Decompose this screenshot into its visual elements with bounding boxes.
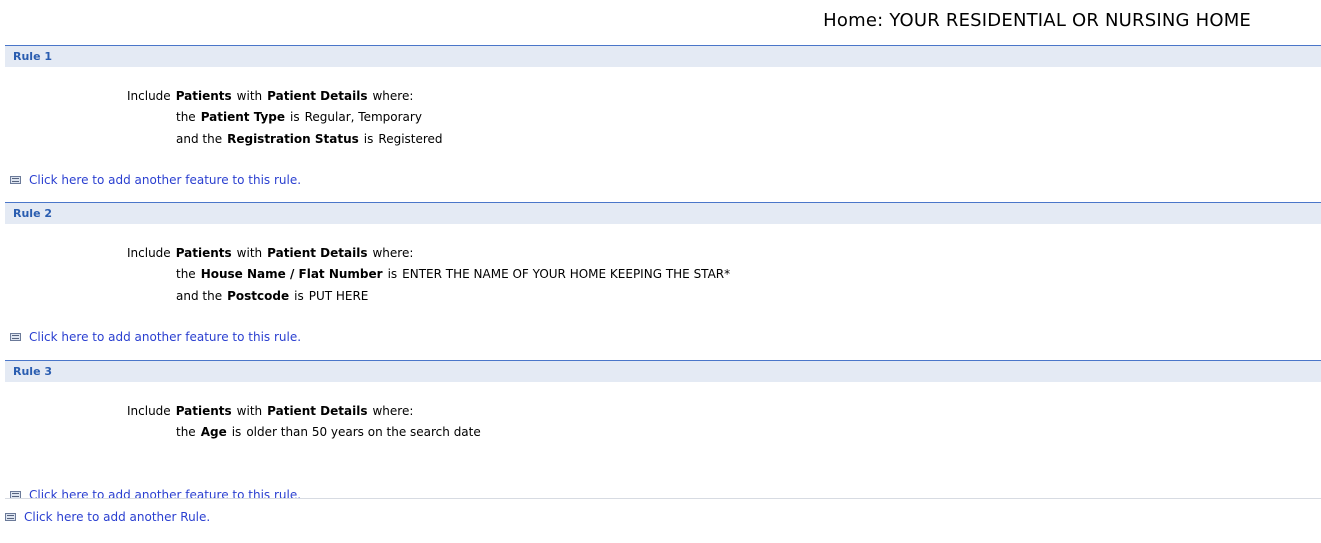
condition-operator: is: [290, 110, 300, 124]
condition-prefix: and the: [176, 132, 223, 146]
condition-prefix: the: [176, 110, 196, 124]
condition: the Patient Type is Regular, Temporary: [176, 109, 422, 125]
add-rule-label[interactable]: Click here to add another Rule.: [24, 510, 210, 524]
rule-title: Rule 2: [13, 207, 53, 220]
condition-operator: is: [294, 289, 304, 303]
add-feature-label[interactable]: Click here to add another feature to thi…: [29, 330, 301, 344]
condition: and the Registration Status is Registered: [176, 131, 443, 147]
add-rule-link[interactable]: Click here to add another Rule.: [5, 510, 210, 524]
rule-title: Rule 1: [13, 50, 53, 63]
entity-name: Patients: [175, 246, 232, 260]
rule-header[interactable]: Rule 3: [5, 360, 1321, 382]
where-word: where:: [372, 89, 414, 103]
include-clause: Include Patients with Patient Details where:: [127, 403, 413, 419]
condition-field: Registration Status: [227, 132, 359, 146]
condition-field: Patient Type: [200, 110, 286, 124]
condition-prefix: the: [176, 267, 196, 281]
where-word: where:: [372, 404, 414, 418]
list-icon: [10, 333, 21, 341]
include-word: Include: [127, 404, 171, 418]
page-title: Home: YOUR RESIDENTIAL OR NURSING HOME: [823, 10, 1251, 31]
condition: and the Postcode is PUT HERE: [176, 288, 368, 304]
include-word: Include: [127, 89, 171, 103]
details-name: Patient Details: [267, 246, 368, 260]
condition-operator: is: [231, 425, 242, 439]
include-word: Include: [127, 246, 171, 260]
condition-prefix: the: [176, 425, 196, 439]
with-word: with: [236, 404, 263, 418]
with-word: with: [236, 246, 263, 260]
add-feature-link[interactable]: Click here to add another feature to thi…: [10, 488, 301, 502]
add-feature-label[interactable]: Click here to add another feature to thi…: [29, 488, 301, 502]
rule-3: Rule 3 Include Patients with Patient Detail…: [5, 360, 1321, 502]
condition-operator: is: [387, 267, 398, 281]
condition-operator: is: [363, 132, 374, 146]
condition-value: PUT HERE: [308, 289, 369, 303]
condition-field: Postcode: [227, 289, 290, 303]
where-word: where:: [372, 246, 414, 260]
include-clause: Include Patients with Patient Details where:: [127, 245, 413, 261]
add-feature-label[interactable]: Click here to add another feature to thi…: [29, 173, 301, 187]
include-clause: Include Patients with Patient Details where:: [127, 88, 413, 104]
condition-prefix: and the: [176, 289, 223, 303]
rule-header[interactable]: Rule 1: [5, 45, 1321, 67]
add-feature-link[interactable]: Click here to add another feature to thi…: [10, 173, 301, 187]
entity-name: Patients: [175, 89, 232, 103]
condition-value: older than 50 years on the search date: [246, 425, 481, 439]
with-word: with: [236, 89, 263, 103]
rule-1: Rule 1 Include Patients with Patient Detail…: [5, 45, 1321, 187]
rule-header[interactable]: Rule 2: [5, 202, 1321, 224]
list-icon: [10, 176, 21, 184]
condition-field: House Name / Flat Number: [200, 267, 383, 281]
details-name: Patient Details: [267, 404, 368, 418]
rule-title: Rule 3: [13, 365, 53, 378]
list-icon: [5, 513, 16, 521]
add-feature-link[interactable]: Click here to add another feature to thi…: [10, 330, 301, 344]
rule-2: Rule 2 Include Patients with Patient Detail…: [5, 202, 1321, 344]
details-name: Patient Details: [267, 89, 368, 103]
condition-value: Registered: [378, 132, 443, 146]
condition: the House Name / Flat Number is ENTER THE N…: [176, 266, 730, 282]
divider: [5, 498, 1321, 499]
condition-field: Age: [200, 425, 227, 439]
condition-value: ENTER THE NAME OF YOUR HOME KEEPING THE …: [402, 267, 731, 281]
entity-name: Patients: [175, 404, 232, 418]
condition-value: Regular, Temporary: [304, 110, 422, 124]
condition: the Age is older than 50 years on the searc…: [176, 424, 481, 440]
